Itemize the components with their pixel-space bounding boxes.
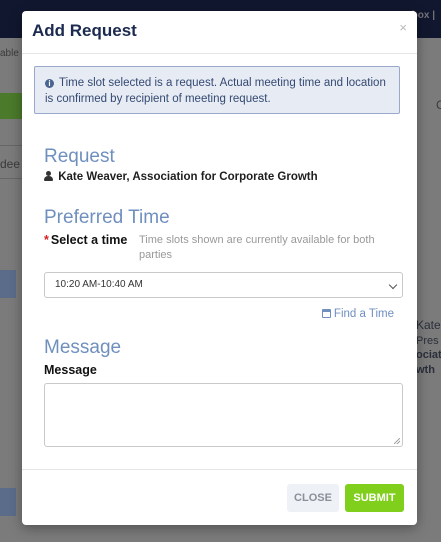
bg-side-name: Kate [416,318,441,332]
select-time-help: Time slots shown are currently available… [139,234,375,261]
info-text: Time slot selected is a request. Actual … [45,77,386,105]
modal-title: Add Request [32,21,137,40]
message-label: Message [44,363,97,377]
message-heading: Message [44,337,122,358]
bg-green-tab [0,93,22,119]
bg-side-text: wth [416,364,435,376]
select-time-label-text: Select a time [50,233,128,247]
bg-block [0,270,16,298]
bg-fragment: C [436,98,441,112]
preferred-time-heading: Preferred Time [44,207,170,228]
bg-side-text: Pres [416,335,439,347]
time-slot-value: 10:20 AM-10:40 AM [55,279,143,290]
resize-handle-icon[interactable] [394,438,400,444]
time-slot-select[interactable]: 10:20 AM-10:40 AM [44,272,403,298]
message-textarea[interactable] [44,383,403,447]
add-request-modal: Add Request × i Time slot selected is a … [22,11,417,525]
modal-footer: CLOSE SUBMIT [22,469,417,526]
recipient-line: Kate Weaver, Association for Corporate G… [44,171,318,183]
bg-fragment: able [0,48,19,59]
close-icon[interactable]: × [399,20,407,35]
bg-fragment: dee [0,157,21,171]
info-alert: i Time slot selected is a request. Actua… [34,66,400,114]
select-time-label: * Select a time [44,233,127,247]
close-button[interactable]: CLOSE [287,484,339,512]
calendar-icon [321,309,331,318]
request-heading: Request [44,146,115,167]
user-icon [44,171,53,181]
find-a-time-link[interactable]: Find a Time [321,308,394,320]
bg-side-text: ociat [416,349,441,361]
info-circle-icon: i [45,79,54,88]
required-indicator: * [44,233,49,247]
submit-button[interactable]: SUBMIT [345,484,404,512]
find-a-time-label: Find a Time [333,308,394,320]
bg-divider [0,178,22,179]
bg-divider [0,145,22,146]
recipient-name: Kate Weaver, Association for Corporate G… [58,171,318,183]
chevron-down-icon [388,280,398,290]
modal-header: Add Request × [22,11,417,54]
bg-block [0,488,16,516]
